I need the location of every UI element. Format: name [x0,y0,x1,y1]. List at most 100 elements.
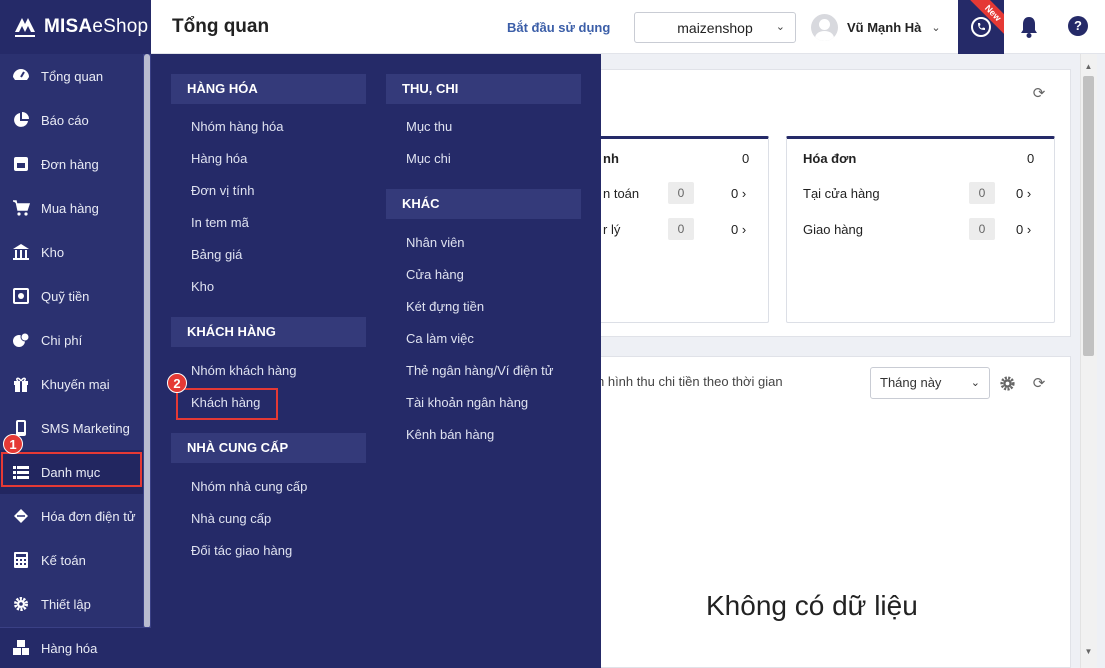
sidebar: Tổng quan Báo cáo Đơn hàng Mua hàng Kho … [0,54,151,668]
callout-number-2: 2 [167,373,187,393]
menu-item-print-label[interactable]: In tem mã [191,215,249,230]
sidebar-item-settings[interactable]: Thiết lập [0,582,143,626]
sidebar-item-label: Khuyến mại [41,376,110,392]
callout-number-1: 1 [3,434,23,454]
menu-item-warehouse[interactable]: Kho [191,279,214,294]
sidebar-item-cash[interactable]: Quỹ tiền [0,274,143,318]
bell-icon[interactable] [1018,15,1040,39]
callout-highlight-catalog [1,452,142,487]
refresh-icon[interactable]: ⟳ [1031,86,1047,102]
menu-item-bank-card[interactable]: Thẻ ngân hàng/Ví điện tử [406,363,553,378]
menu-item-goods-group[interactable]: Nhóm hàng hóa [191,119,284,134]
row-link[interactable]: 0 › [731,186,746,201]
scroll-up-icon[interactable]: ▲ [1083,62,1094,72]
count-badge: 0 [969,218,995,240]
menu-item-goods[interactable]: Hàng hóa [191,151,247,166]
sidebar-item-promotion[interactable]: Khuyến mại [0,362,143,406]
chart-title: h hình thu chi tiền theo thời gian [597,374,783,389]
logo-text: MISAeShop [44,16,149,37]
sidebar-item-purchase[interactable]: Mua hàng [0,186,143,230]
period-select-value: Tháng này [880,375,942,390]
count-badge: 0 [668,218,694,240]
sidebar-item-orders[interactable]: Đơn hàng [0,142,143,186]
invoice-icon [11,506,31,526]
sidebar-item-goods[interactable]: Hàng hóa [0,627,151,668]
sidebar-item-label: SMS Marketing [41,420,130,436]
row-label: Giao hàng [803,222,863,237]
chevron-down-icon: ⌄ [775,21,785,33]
user-menu[interactable]: Vũ Mạnh Hà ⌄ [811,12,941,42]
pie-chart-icon [11,110,31,130]
sidebar-item-label: Hóa đơn điện tử [41,508,136,524]
period-select[interactable]: Tháng này ⌄ [870,367,990,399]
gear-icon[interactable] [999,375,1016,392]
card-title: nh [603,151,619,166]
page-scrollbar-thumb[interactable] [1083,76,1094,356]
sidebar-item-accounting[interactable]: Kế toán [0,538,143,582]
menu-item-expense[interactable]: Mục chi [406,151,451,166]
scroll-down-icon[interactable]: ▼ [1083,647,1094,657]
menu-item-delivery-partner[interactable]: Đối tác giao hàng [191,543,292,558]
category-header-other: KHÁC [386,189,581,219]
sidebar-item-label: Quỹ tiền [41,288,90,304]
callout-highlight-customers [176,388,278,420]
cart-icon [11,198,31,218]
sidebar-item-label: Đơn hàng [41,156,99,172]
dashboard-icon [11,66,31,86]
menu-item-store[interactable]: Cửa hàng [406,267,464,282]
menu-item-bank-account[interactable]: Tài khoản ngân hàng [406,395,528,410]
sidebar-item-label: Tổng quan [41,68,104,84]
category-header-customers: KHÁCH HÀNG [171,317,366,347]
start-using-link[interactable]: Bắt đầu sử dụng [507,20,610,35]
help-icon[interactable]: ? [1068,16,1088,36]
menu-item-staff[interactable]: Nhân viên [406,235,465,250]
sidebar-item-label: Kho [41,244,65,260]
refresh-icon[interactable]: ⟳ [1031,376,1047,392]
menu-item-shift[interactable]: Ca làm việc [406,331,474,346]
expense-icon [11,330,31,350]
sidebar-item-overview[interactable]: Tổng quan [0,54,143,98]
user-name: Vũ Mạnh Hà [847,19,922,35]
menu-item-income[interactable]: Mục thu [406,119,452,134]
menu-item-suppliers[interactable]: Nhà cung cấp [191,511,271,526]
menu-item-price-list[interactable]: Bảng giá [191,247,242,262]
sidebar-item-einvoice[interactable]: Hóa đơn điện tử [0,494,143,538]
calculator-icon [11,550,31,570]
row-link[interactable]: 0 › [1016,186,1031,201]
sidebar-item-label: Báo cáo [41,112,89,128]
avatar [811,13,838,41]
sidebar-scrollbar-thumb[interactable] [144,54,150,628]
shop-select[interactable]: maizenshop ⌄ [634,12,796,43]
safe-icon [11,286,31,306]
row-label: Tại cửa hàng [803,186,880,201]
top-bar: MISAeShop Tổng quan Bắt đầu sử dụng maiz… [0,0,1105,54]
sidebar-item-label: Kế toán [41,552,86,568]
support-button[interactable]: New [958,0,1004,54]
row-link[interactable]: 0 › [1016,222,1031,237]
shop-select-value: maizenshop [677,19,753,36]
gear-icon [11,594,31,614]
sidebar-item-reports[interactable]: Báo cáo [0,98,143,142]
menu-item-supplier-group[interactable]: Nhóm nhà cung cấp [191,479,307,494]
menu-item-sales-channel[interactable]: Kênh bán hàng [406,427,494,442]
empty-state: Không có dữ liệu [706,590,918,621]
menu-item-cash-drawer[interactable]: Két đựng tiền [406,299,484,314]
sidebar-item-label: Mua hàng [41,200,99,216]
menu-item-customer-group[interactable]: Nhóm khách hàng [191,363,297,378]
gift-icon [11,374,31,394]
card-total: 0 [742,151,750,166]
category-header-suppliers: NHÀ CUNG CẤP [171,433,366,463]
menu-item-unit[interactable]: Đơn vị tính [191,183,254,198]
sidebar-item-expense[interactable]: Chi phí [0,318,143,362]
page-title: Tổng quan [172,16,270,37]
misa-logo[interactable]: MISAeShop [0,0,151,54]
order-icon [11,154,31,174]
sidebar-item-label: Hàng hóa [41,640,98,656]
row-label: n toán [603,186,640,201]
row-link[interactable]: 0 › [731,222,746,237]
sidebar-item-warehouse[interactable]: Kho [0,230,143,274]
chevron-down-icon: ⌄ [931,21,941,34]
chevron-down-icon: ⌄ [970,377,980,389]
card-title: Hóa đơn [803,151,857,166]
sidebar-item-label: Chi phí [41,332,83,348]
